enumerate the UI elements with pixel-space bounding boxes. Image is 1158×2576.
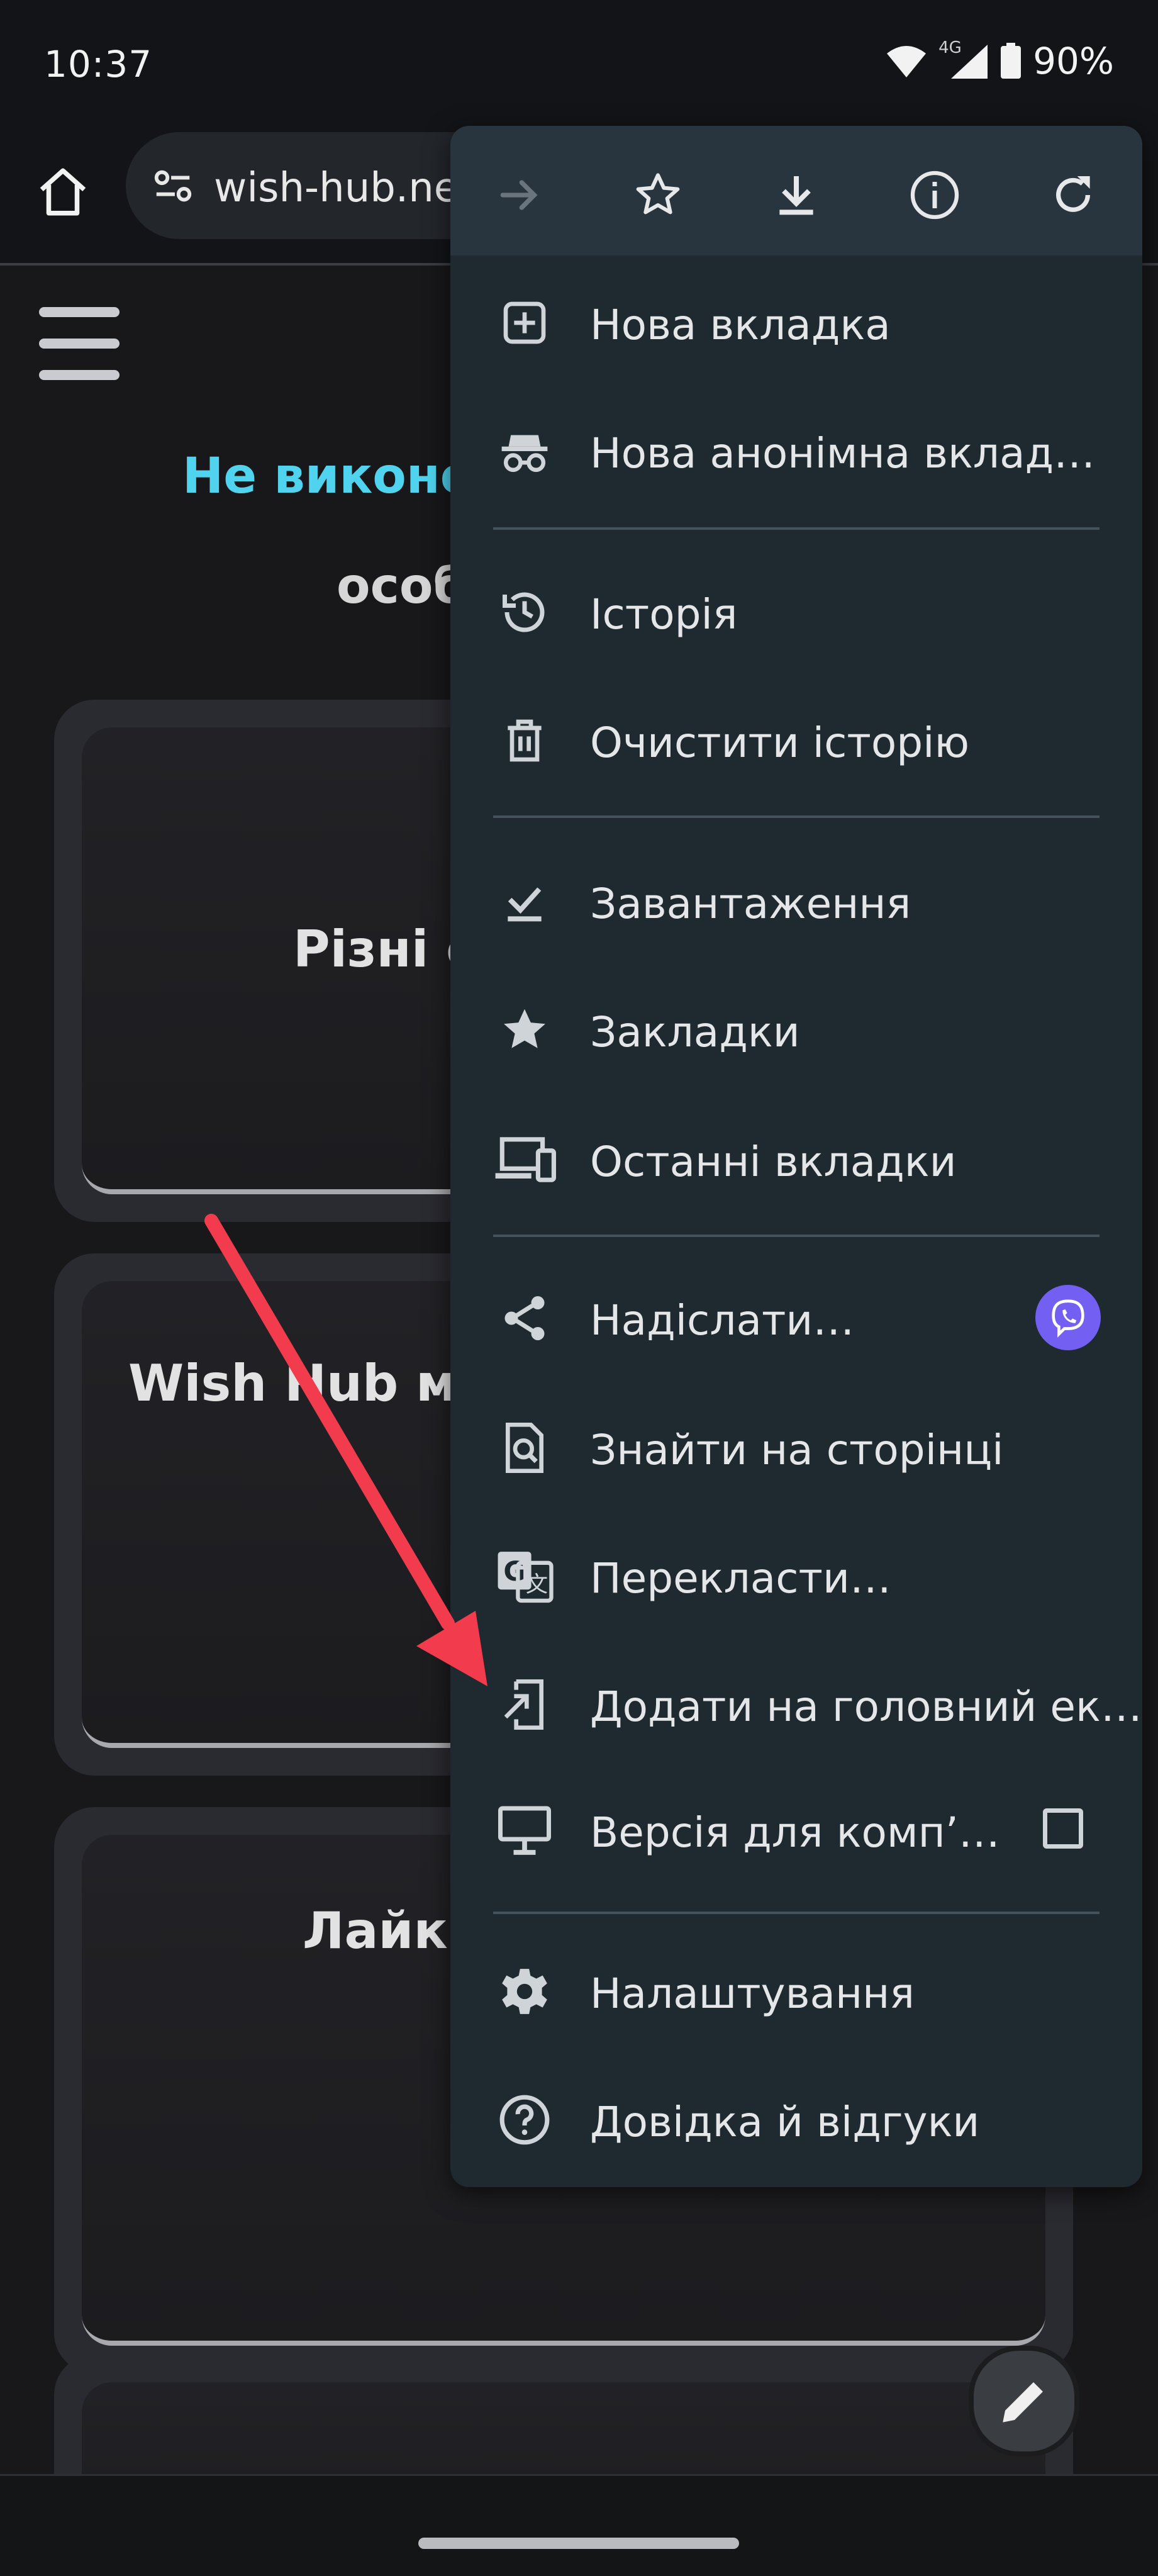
translate-icon: G文 (493, 1545, 556, 1608)
info-icon[interactable] (903, 164, 966, 227)
card-title: Wish Hub мо (128, 1354, 492, 1413)
menu-item-downloads[interactable]: Завантаження (450, 842, 1142, 961)
menu-item-clear-history[interactable]: Очистити історію (450, 681, 1142, 800)
settings-icon (493, 1960, 556, 2023)
menu-item-settings[interactable]: Налаштування (450, 1932, 1142, 2051)
menu-item-add-to-home-screen[interactable]: Додати на головний ек… (450, 1645, 1142, 1764)
menu-item-label: Очистити історію (590, 719, 970, 767)
page-notice: Не виконо (182, 448, 474, 505)
desktop-site-checkbox[interactable] (1043, 1808, 1083, 1849)
url-text: wish-hub.ne (214, 165, 459, 211)
bookmark-star-icon[interactable] (626, 164, 689, 227)
svg-text:文: 文 (526, 1572, 548, 1598)
incognito-icon (493, 420, 556, 483)
wifi-icon: ! (887, 46, 927, 79)
add-to-home-icon (493, 1673, 556, 1736)
menu-item-help-feedback[interactable]: Довідка й відгуки (450, 2060, 1142, 2180)
download-icon[interactable] (765, 164, 828, 227)
menu-divider (493, 1235, 1100, 1237)
browser-overflow-menu: Нова вкладка Нова анонімна вклад… Історі… (450, 126, 1142, 2187)
menu-item-label: Нова анонімна вклад… (590, 429, 1096, 478)
share-icon (493, 1287, 556, 1350)
menu-item-label: Довідка й відгуки (590, 2098, 980, 2146)
menu-item-label: Налаштування (590, 1969, 915, 2018)
navigation-bar (0, 2474, 1158, 2576)
menu-item-history[interactable]: Історія (450, 552, 1142, 672)
devices-icon (493, 1128, 556, 1191)
status-time: 10:37 (44, 43, 153, 86)
menu-item-label: Завантаження (590, 880, 911, 928)
home-icon[interactable] (28, 157, 97, 227)
page-notice-line2: особ (337, 558, 467, 615)
menu-divider (493, 815, 1100, 818)
history-icon (493, 581, 556, 644)
hamburger-menu-icon[interactable] (39, 307, 121, 389)
status-icons: ! 4G 90% (886, 38, 1114, 83)
edit-fab-button[interactable] (969, 2346, 1079, 2456)
menu-item-new-tab[interactable]: Нова вкладка (450, 263, 1142, 383)
menu-item-desktop-site[interactable]: Версія для комп’… (450, 1771, 1142, 1890)
menu-item-translate[interactable]: G文 Перекласти… (450, 1516, 1142, 1636)
menu-item-label: Знайти на сторінці (590, 1426, 1004, 1474)
menu-item-label: Історія (590, 590, 738, 639)
network-type: 4G (938, 38, 962, 57)
menu-item-find-in-page[interactable]: Знайти на сторінці (450, 1388, 1142, 1508)
menu-item-label: Перекласти… (590, 1554, 891, 1603)
menu-divider (493, 527, 1100, 530)
menu-item-recent-tabs[interactable]: Останні вкладки (450, 1100, 1142, 1219)
menu-item-label: Закладки (590, 1008, 800, 1056)
card-title: Різні с (293, 920, 476, 978)
site-settings-icon[interactable] (151, 165, 195, 211)
pencil-icon (1003, 2382, 1043, 2422)
find-icon (493, 1416, 556, 1479)
feature-card[interactable] (54, 2355, 1073, 2474)
cellular-icon: 4G (938, 38, 989, 80)
battery-percent: 90% (1033, 40, 1114, 82)
gesture-handle[interactable] (418, 2538, 739, 2549)
battery-icon (1001, 43, 1022, 79)
menu-item-share[interactable]: Надіслати… (450, 1258, 1142, 1378)
menu-item-label: Надіслати… (590, 1296, 855, 1345)
viber-app-icon[interactable] (1035, 1285, 1101, 1350)
menu-item-bookmarks[interactable]: Закладки (450, 970, 1142, 1090)
menu-item-label: Нова вкладка (590, 301, 891, 349)
star-icon (493, 999, 556, 1061)
svg-text:!: ! (917, 69, 921, 79)
help-icon (493, 2088, 556, 2151)
menu-item-label: Додати на головний ек… (590, 1683, 1142, 1731)
menu-toolbar (450, 126, 1142, 255)
menu-item-label: Версія для комп’… (590, 1808, 1000, 1857)
menu-item-new-incognito-tab[interactable]: Нова анонімна вклад… (450, 391, 1142, 511)
new-tab-icon (493, 291, 556, 354)
forward-icon[interactable] (488, 164, 551, 227)
refresh-icon[interactable] (1042, 164, 1105, 227)
menu-divider (493, 1912, 1100, 1914)
status-bar: 10:37 ! 4G 90% (0, 0, 1158, 126)
menu-item-label: Останні вкладки (590, 1138, 957, 1186)
downloads-icon (493, 870, 556, 933)
trash-icon (493, 709, 556, 772)
desktop-icon (493, 1799, 556, 1862)
